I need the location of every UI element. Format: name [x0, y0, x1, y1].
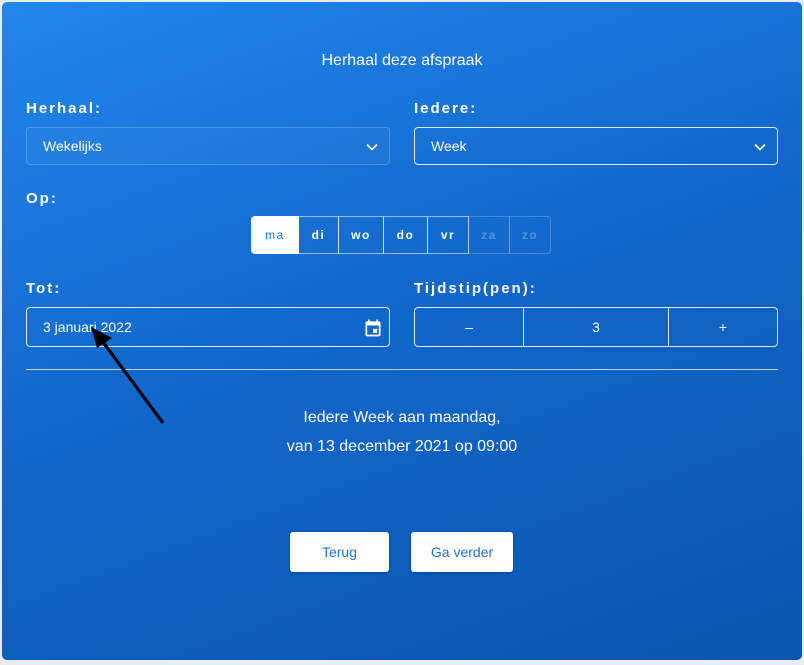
annotation-arrow-icon — [91, 327, 165, 424]
